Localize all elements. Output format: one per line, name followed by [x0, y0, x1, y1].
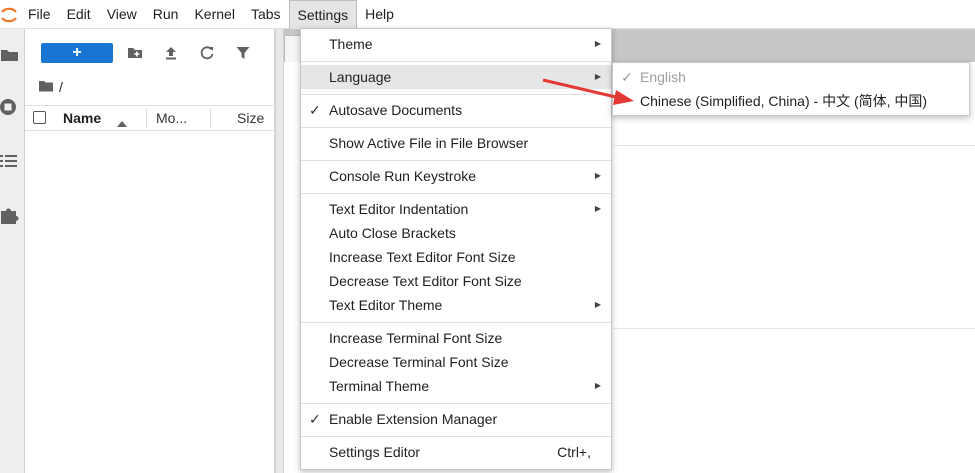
- menu-item-editor-indentation[interactable]: Text Editor Indentation ▶: [301, 197, 611, 221]
- submenu-arrow-icon: ▶: [594, 204, 601, 213]
- menu-kernel[interactable]: Kernel: [186, 0, 242, 29]
- language-option-english[interactable]: ✓ English: [613, 65, 969, 89]
- panel-splitter[interactable]: [275, 29, 284, 473]
- menu-tabs[interactable]: Tabs: [243, 0, 289, 29]
- menu-item-label: Show Active File in File Browser: [329, 135, 529, 151]
- menu-run[interactable]: Run: [145, 0, 187, 29]
- menu-separator: [301, 322, 611, 323]
- menu-item-label: Terminal Theme: [329, 378, 430, 394]
- menubar: File Edit View Run Kernel Tabs Settings …: [0, 0, 975, 29]
- menu-item-language[interactable]: Language ▶: [301, 65, 611, 89]
- menu-separator: [301, 403, 611, 404]
- refresh-icon[interactable]: [199, 45, 215, 61]
- submenu-arrow-icon: ▶: [594, 171, 601, 180]
- menu-separator: [301, 94, 611, 95]
- column-modified[interactable]: Mo...: [156, 110, 187, 126]
- menu-item-extension-manager[interactable]: ✓ Enable Extension Manager: [301, 407, 611, 431]
- menu-item-increase-editor-font[interactable]: Increase Text Editor Font Size: [301, 245, 611, 269]
- content-divider: [614, 145, 975, 146]
- language-option-label: Chinese (Simplified, China) - 中文 (简体, 中国…: [640, 93, 928, 109]
- menu-item-label: Auto Close Brackets: [329, 225, 456, 241]
- running-sessions-icon[interactable]: [0, 97, 20, 117]
- menu-item-show-active-file[interactable]: Show Active File in File Browser: [301, 131, 611, 155]
- file-list-header: Name Mo... Size: [25, 105, 275, 131]
- menu-item-label: Autosave Documents: [329, 102, 463, 118]
- menu-separator: [301, 193, 611, 194]
- content-divider: [614, 328, 975, 329]
- checkmark-icon: ✓: [621, 69, 633, 85]
- menu-item-console-keystroke[interactable]: Console Run Keystroke ▶: [301, 164, 611, 188]
- submenu-arrow-icon: ▶: [594, 39, 601, 48]
- menu-item-theme[interactable]: Theme ▶: [301, 32, 611, 56]
- menu-edit[interactable]: Edit: [59, 0, 99, 29]
- menu-item-label: Text Editor Theme: [329, 297, 443, 313]
- filter-icon[interactable]: [235, 45, 251, 61]
- column-name[interactable]: Name: [63, 110, 101, 126]
- upload-icon[interactable]: [163, 45, 179, 61]
- menu-help[interactable]: Help: [357, 0, 402, 29]
- activity-bar: [0, 29, 25, 473]
- menu-settings[interactable]: Settings: [288, 0, 358, 29]
- menu-item-increase-terminal-font[interactable]: Increase Terminal Font Size: [301, 326, 611, 350]
- folder-icon[interactable]: [0, 45, 20, 65]
- menu-item-decrease-terminal-font[interactable]: Decrease Terminal Font Size: [301, 350, 611, 374]
- menu-item-autosave[interactable]: ✓ Autosave Documents: [301, 98, 611, 122]
- menu-item-label: Settings Editor: [329, 444, 421, 460]
- column-divider[interactable]: [210, 108, 211, 128]
- checkmark-icon: ✓: [309, 102, 321, 118]
- breadcrumb-folder-icon[interactable]: [39, 79, 53, 95]
- menu-file[interactable]: File: [20, 0, 59, 29]
- language-option-label: English: [640, 69, 686, 85]
- language-submenu: ✓ English Chinese (Simplified, China) - …: [612, 62, 970, 116]
- menu-separator: [301, 61, 611, 62]
- menu-item-label: Increase Text Editor Font Size: [329, 249, 516, 265]
- menu-separator: [301, 127, 611, 128]
- menu-item-editor-theme[interactable]: Text Editor Theme ▶: [301, 293, 611, 317]
- language-option-chinese[interactable]: Chinese (Simplified, China) - 中文 (简体, 中国…: [613, 89, 969, 113]
- breadcrumb: /: [39, 77, 63, 97]
- checkmark-icon: ✓: [309, 411, 321, 427]
- file-browser-panel: + / Name Mo... Size: [25, 29, 275, 473]
- menu-item-auto-close-brackets[interactable]: Auto Close Brackets: [301, 221, 611, 245]
- submenu-arrow-icon: ▶: [594, 381, 601, 390]
- keyboard-shortcut: Ctrl+,: [557, 444, 591, 460]
- menu-item-label: Theme: [329, 36, 373, 52]
- new-folder-icon[interactable]: [127, 45, 143, 61]
- jupyter-logo-icon[interactable]: [0, 0, 20, 29]
- breadcrumb-root[interactable]: /: [59, 79, 63, 95]
- menu-item-label: Decrease Text Editor Font Size: [329, 273, 522, 289]
- menu-item-label: Enable Extension Manager: [329, 411, 498, 427]
- menu-item-label: Console Run Keystroke: [329, 168, 477, 184]
- submenu-arrow-icon: ▶: [594, 72, 601, 81]
- menu-item-decrease-editor-font[interactable]: Decrease Text Editor Font Size: [301, 269, 611, 293]
- column-size[interactable]: Size: [237, 110, 264, 126]
- column-divider[interactable]: [146, 108, 147, 128]
- settings-menu: Theme ▶ Language ▶ ✓ Autosave Documents …: [300, 28, 612, 470]
- menu-item-terminal-theme[interactable]: Terminal Theme ▶: [301, 374, 611, 398]
- select-all-checkbox[interactable]: [33, 111, 46, 124]
- menu-item-label: Decrease Terminal Font Size: [329, 354, 509, 370]
- file-browser-toolbar: +: [25, 29, 275, 75]
- menu-item-label: Increase Terminal Font Size: [329, 330, 503, 346]
- extension-puzzle-icon[interactable]: [0, 205, 20, 225]
- table-of-contents-icon[interactable]: [0, 151, 20, 171]
- new-launcher-button[interactable]: +: [41, 43, 113, 63]
- menu-separator: [301, 436, 611, 437]
- menu-item-label: Language: [329, 69, 392, 85]
- sort-ascending-icon[interactable]: [117, 114, 127, 130]
- submenu-arrow-icon: ▶: [594, 300, 601, 309]
- menu-item-label: Text Editor Indentation: [329, 201, 469, 217]
- menu-separator: [301, 160, 611, 161]
- menu-item-settings-editor[interactable]: Settings Editor Ctrl+,: [301, 440, 611, 464]
- menu-view[interactable]: View: [99, 0, 145, 29]
